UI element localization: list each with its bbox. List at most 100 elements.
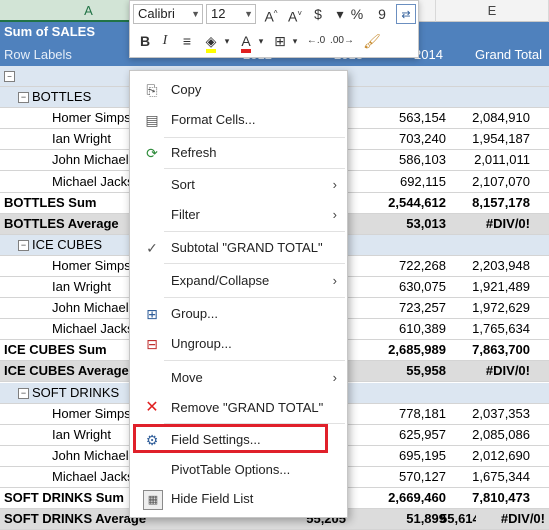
cell-grand-total[interactable]: 2,011,011 (436, 150, 534, 170)
group-label: ICE CUBES (32, 236, 103, 252)
cell-grand-total[interactable] (436, 87, 534, 107)
cell-2014[interactable]: 630,075 (348, 277, 450, 297)
cell-2014[interactable]: 2,669,460 (348, 488, 450, 508)
mini-toolbar: Calibri ▼ 12 ▼ A^ A˅ $ ▾ % 9 ⇄ B I ≡ ◈ ▾ A… (129, 0, 419, 58)
cell-2014[interactable]: 563,154 (348, 108, 450, 128)
cell-2014[interactable]: 586,103 (348, 150, 450, 170)
cell-2014[interactable]: 53,013 (348, 214, 450, 234)
cell-2014[interactable]: 695,195 (348, 446, 450, 466)
cell-2014[interactable]: 625,957 (348, 425, 450, 445)
cell-2014[interactable]: 723,257 (348, 298, 450, 318)
cell-grand-total[interactable]: 2,037,353 (436, 404, 534, 424)
cell-grand-total[interactable]: 2,012,690 (436, 446, 534, 466)
group-label: BOTTLES (32, 89, 92, 105)
group-label: SOFT DRINKS (32, 384, 120, 400)
align-center-icon[interactable]: ≡ (178, 31, 196, 51)
chevron-down-icon[interactable]: ▾ (222, 31, 232, 51)
menu-separator (164, 360, 345, 361)
cell-2014[interactable]: 570,127 (348, 467, 450, 487)
font-size-box[interactable]: 12 ▼ (206, 4, 256, 24)
remove-icon: ✕ (145, 399, 159, 416)
cell-grand-total[interactable] (436, 66, 534, 86)
collapse-icon[interactable]: − (18, 239, 29, 251)
cell-2014[interactable]: 703,240 (348, 129, 450, 149)
cell-2014[interactable]: 692,115 (348, 172, 450, 192)
menu-move[interactable]: Move › (130, 365, 347, 391)
menu-filter[interactable]: Filter › (130, 202, 347, 228)
menu-separator (164, 137, 345, 138)
cell-2014[interactable] (348, 383, 450, 403)
cell-2014[interactable]: 2,685,989 (348, 340, 450, 360)
menu-expand-collapse[interactable]: Expand/Collapse › (130, 268, 347, 294)
menu-sort[interactable]: Sort › (130, 172, 347, 198)
cell-2014[interactable] (348, 87, 450, 107)
chevron-down-icon[interactable]: ▾ (290, 31, 300, 51)
cell-2014[interactable]: 51,899 (348, 509, 450, 529)
cell-grand-total[interactable]: #DIV/0! (449, 509, 549, 529)
cell-grand-total[interactable]: #DIV/0! (436, 214, 534, 234)
cell-grand-total[interactable]: 2,084,910 (436, 108, 534, 128)
menu-pivottable-options[interactable]: PivotTable Options... (130, 457, 347, 483)
menu-subtotal[interactable]: ✓ Subtotal "GRAND TOTAL" (130, 235, 347, 261)
collapse-icon[interactable]: − (18, 387, 29, 399)
cell-2014[interactable]: 722,268 (348, 256, 450, 276)
cell-grand-total[interactable]: 2,203,948 (436, 256, 534, 276)
font-color-icon[interactable]: A (236, 31, 256, 53)
checkmark-icon: ✓ (146, 240, 158, 256)
cell-grand-total[interactable]: 1,954,187 (436, 129, 534, 149)
cell-2014[interactable]: 778,181 (348, 404, 450, 424)
cell-grand-total[interactable]: 1,972,629 (436, 298, 534, 318)
copy-icon: ⎘ (146, 82, 158, 98)
ungroup-icon: ⊟ (146, 336, 158, 352)
cell-2014[interactable]: 610,389 (348, 319, 450, 339)
cell-2014[interactable] (348, 235, 450, 255)
menu-remove[interactable]: ✕ Remove "GRAND TOTAL" (130, 395, 347, 421)
percent-icon[interactable]: % (346, 4, 368, 24)
cell-grand-total[interactable]: 2,085,086 (436, 425, 534, 445)
chevron-right-icon: › (332, 273, 337, 288)
refresh-icon: ⟳ (146, 145, 158, 161)
cell-grand-total[interactable]: 8,157,178 (436, 193, 534, 213)
chevron-right-icon: › (332, 370, 337, 385)
decrease-font-icon[interactable]: A˅ (284, 4, 306, 25)
borders-icon[interactable]: ⊞ (270, 31, 290, 51)
fill-color-icon[interactable]: ◈ (200, 31, 222, 53)
font-name-box[interactable]: Calibri ▼ (133, 4, 203, 24)
decrease-decimal-icon[interactable]: .00→ (330, 31, 354, 51)
cell-2014[interactable]: 55,958 (348, 361, 450, 381)
menu-separator (164, 168, 345, 169)
cell-grand-total[interactable]: 7,810,473 (436, 488, 534, 508)
cell-grand-total[interactable] (436, 383, 534, 403)
cell-grand-total[interactable]: 1,675,344 (436, 467, 534, 487)
cell-grand-total[interactable] (436, 235, 534, 255)
cell-grand-total[interactable]: 2,107,070 (436, 172, 534, 192)
menu-format-cells[interactable]: ▤ Format Cells... (130, 107, 347, 133)
cell-grand-total[interactable]: 1,921,489 (436, 277, 534, 297)
format-painter-icon[interactable]: 🖌 (362, 31, 382, 51)
grand-total-header: Grand Total (475, 47, 542, 62)
cell-2014[interactable] (348, 66, 450, 86)
increase-font-icon[interactable]: A^ (260, 4, 282, 25)
increase-decimal-icon[interactable]: ←.0 (304, 31, 328, 51)
collapse-icon[interactable]: − (18, 92, 29, 104)
menu-copy[interactable]: ⎘ Copy (130, 77, 347, 103)
comma-style-icon[interactable]: 9 (372, 4, 392, 24)
italic-button[interactable]: I (156, 31, 174, 51)
menu-refresh[interactable]: ⟳ Refresh (130, 140, 347, 166)
chevron-right-icon: › (332, 177, 337, 192)
cell-grand-total[interactable]: 1,765,634 (436, 319, 534, 339)
menu-separator (164, 297, 345, 298)
chevron-down-icon[interactable]: ▾ (256, 31, 266, 51)
menu-ungroup[interactable]: ⊟ Ungroup... (130, 331, 347, 357)
cell-grand-total[interactable]: 7,863,700 (436, 340, 534, 360)
collapse-icon[interactable]: − (4, 71, 15, 83)
cell-2014[interactable]: 2,544,612 (348, 193, 450, 213)
column-header-e[interactable]: E (436, 0, 549, 22)
cell-grand-total[interactable]: #DIV/0! (436, 361, 534, 381)
chevron-down-icon: ▼ (244, 9, 253, 19)
bold-button[interactable]: B (136, 31, 154, 51)
wrap-text-icon[interactable]: ⇄ (396, 4, 416, 24)
menu-hide-field-list[interactable]: ▦ Hide Field List (130, 486, 347, 512)
menu-group[interactable]: ⊞ Group... (130, 301, 347, 327)
currency-icon[interactable]: $ (308, 4, 328, 24)
